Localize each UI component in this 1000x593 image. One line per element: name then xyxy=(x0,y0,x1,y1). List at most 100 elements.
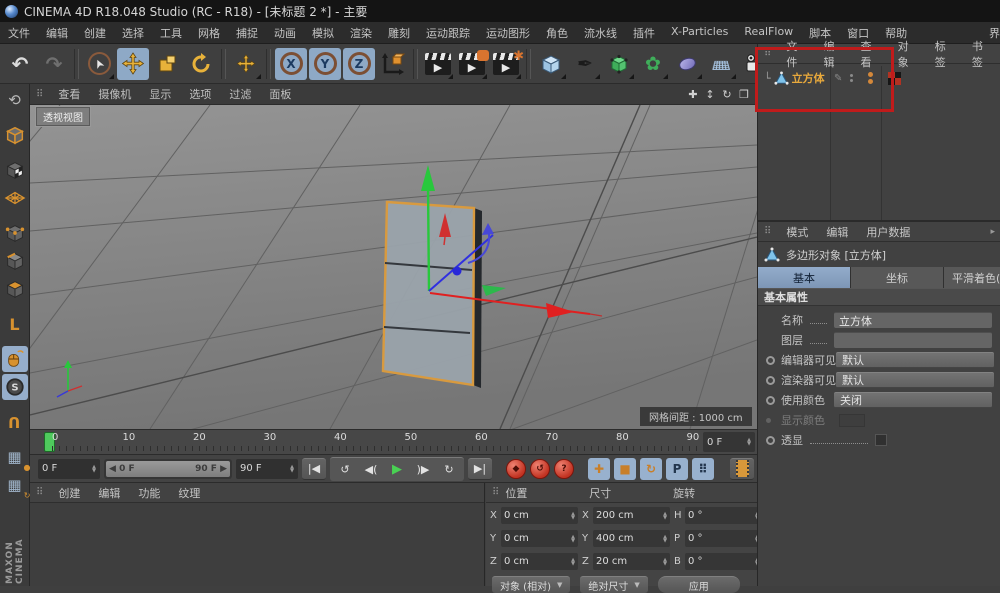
menu-item[interactable]: 模拟 xyxy=(304,25,342,41)
current-frame-field[interactable]: 0 F ▲▼ xyxy=(703,432,755,452)
next-frame-button[interactable]: )▶ xyxy=(411,458,435,480)
redo-button[interactable]: ↷ xyxy=(38,48,70,80)
play-button[interactable]: ▶ xyxy=(385,458,409,480)
viewport-maximize-icon[interactable]: ❐ xyxy=(737,88,751,101)
autokeying-button[interactable]: ↺ xyxy=(530,459,550,479)
renderer-visibility-dropdown[interactable]: 默认 xyxy=(836,372,994,388)
viewport-menu-item[interactable]: 过滤 xyxy=(220,86,260,102)
viewport-menu-item[interactable]: 显示 xyxy=(140,86,180,102)
spline-pen-button[interactable]: ✒ xyxy=(569,48,601,80)
menu-item[interactable]: 网格 xyxy=(190,25,228,41)
viewport-zoom-icon[interactable]: ↕ xyxy=(703,88,717,101)
menu-item[interactable]: 工具 xyxy=(152,25,190,41)
editor-visibility-dropdown[interactable]: 默认 xyxy=(836,352,994,368)
attribute-menu-item[interactable]: 编辑 xyxy=(817,224,857,240)
panel-drag-handle-icon[interactable]: ⠿ xyxy=(758,226,777,237)
name-input[interactable]: 立方体 xyxy=(834,312,992,328)
timeline-ruler[interactable]: 0102030405060708090 0 F ▲▼ xyxy=(30,429,757,455)
render-region-button[interactable]: ▶ xyxy=(456,48,488,80)
frame-range-slider[interactable]: ◀ 0 F 90 F ▶ xyxy=(104,459,232,479)
size-field[interactable]: X200 cm▲▼ xyxy=(582,507,670,524)
key-scale-toggle[interactable]: ■ xyxy=(614,458,636,480)
make-editable-button[interactable]: ⟲ xyxy=(2,87,28,113)
keyframe-circle-icon[interactable] xyxy=(766,436,775,445)
keyframe-circle-icon[interactable] xyxy=(766,376,775,385)
position-field[interactable]: Y0 cm▲▼ xyxy=(490,530,578,547)
spinner-icon[interactable]: ▲▼ xyxy=(92,465,96,473)
object-manager-menu-item[interactable]: 书签 xyxy=(963,38,1000,70)
lock-z-axis-button[interactable]: Z xyxy=(343,48,375,80)
rotation-field[interactable]: H0 °▲▼ xyxy=(674,507,762,524)
size-field[interactable]: Z20 cm▲▼ xyxy=(582,553,670,570)
panel-arrow-icon[interactable]: ▸ xyxy=(990,227,1000,237)
floor-button[interactable]: ▦ xyxy=(705,48,737,80)
material-menu-item[interactable]: 编辑 xyxy=(89,485,129,501)
range-left-icon[interactable]: ◀ xyxy=(109,464,116,474)
viewport-rotate-icon[interactable]: ↻ xyxy=(720,88,734,101)
viewport-menu-item[interactable]: 查看 xyxy=(49,86,89,102)
key-position-toggle[interactable]: ✚ xyxy=(588,458,610,480)
layer-input[interactable] xyxy=(834,332,992,348)
end-frame-field[interactable]: 90 F ▲▼ xyxy=(236,459,298,479)
position-field[interactable]: X0 cm▲▼ xyxy=(490,507,578,524)
move-tool-button[interactable] xyxy=(117,48,149,80)
lock-x-axis-button[interactable]: X xyxy=(275,48,307,80)
snap-toggle-button[interactable]: S xyxy=(2,374,28,400)
display-color-swatch[interactable] xyxy=(839,414,865,427)
panel-drag-handle-icon[interactable]: ⠿ xyxy=(30,487,49,498)
coordinate-system-button[interactable] xyxy=(377,48,409,80)
attribute-menu-item[interactable]: 模式 xyxy=(777,224,817,240)
menu-item[interactable]: 动画 xyxy=(266,25,304,41)
previous-frame-button[interactable]: ◀( xyxy=(359,458,383,480)
apply-button[interactable]: 应用 xyxy=(658,576,740,593)
menu-item[interactable]: 捕捉 xyxy=(228,25,266,41)
menu-item[interactable]: 插件 xyxy=(625,25,663,41)
points-mode-button[interactable] xyxy=(2,220,28,246)
menu-item[interactable]: 角色 xyxy=(538,25,576,41)
menu-item[interactable]: 文件 xyxy=(0,25,38,41)
object-manager-menu-item[interactable]: 标签 xyxy=(926,38,963,70)
spinner-icon[interactable]: ▲▼ xyxy=(290,465,294,473)
render-view-button[interactable]: ▶ xyxy=(422,48,454,80)
viewport-canvas[interactable] xyxy=(30,105,757,429)
record-keyframe-button[interactable]: ◆ xyxy=(506,459,526,479)
menu-item[interactable]: 雕刻 xyxy=(380,25,418,41)
next-key-button[interactable]: ↻ xyxy=(437,458,461,480)
menu-item[interactable]: 流水线 xyxy=(576,25,625,41)
tab-basic[interactable]: 基本 xyxy=(758,267,851,288)
live-selection-button[interactable]: ➤ xyxy=(83,48,115,80)
workplane-lock-button[interactable]: ▦● xyxy=(2,444,28,470)
position-field[interactable]: Z0 cm▲▼ xyxy=(490,553,578,570)
edges-mode-button[interactable] xyxy=(2,248,28,274)
rotation-field[interactable]: P0 °▲▼ xyxy=(674,530,762,547)
model-mode-button[interactable] xyxy=(2,122,28,148)
rotation-field[interactable]: B0 °▲▼ xyxy=(674,553,762,570)
viewport-menu-item[interactable]: 面板 xyxy=(260,86,300,102)
view-label[interactable]: 透视视图 xyxy=(36,107,90,126)
start-frame-field[interactable]: 0 F ▲▼ xyxy=(38,459,100,479)
snap-magnet-button[interactable]: U xyxy=(2,409,28,435)
viewport-menu-item[interactable]: 选项 xyxy=(180,86,220,102)
size-mode-dropdown[interactable]: 绝对尺寸▼ xyxy=(580,576,647,593)
use-color-dropdown[interactable]: 关闭 xyxy=(834,392,992,408)
size-field[interactable]: Y400 cm▲▼ xyxy=(582,530,670,547)
menu-item[interactable]: 创建 xyxy=(76,25,114,41)
tab-coordinates[interactable]: 坐标 xyxy=(851,267,944,288)
panel-drag-handle-icon[interactable]: ⠿ xyxy=(30,89,49,100)
workplane-align-button[interactable]: ▦↻ xyxy=(2,472,28,498)
material-menu-item[interactable]: 创建 xyxy=(49,485,89,501)
menu-item[interactable]: 编辑 xyxy=(38,25,76,41)
environment-button[interactable] xyxy=(671,48,703,80)
undo-button[interactable]: ↶ xyxy=(4,48,36,80)
polygons-mode-button[interactable] xyxy=(2,276,28,302)
coordinate-mode-dropdown[interactable]: 对象 (相对)▼ xyxy=(492,576,570,593)
primitive-cube-button[interactable] xyxy=(535,48,567,80)
previous-key-button[interactable]: ↺ xyxy=(333,458,357,480)
menu-item[interactable]: X-Particles xyxy=(663,25,736,41)
material-menu-item[interactable]: 纹理 xyxy=(169,485,209,501)
menu-item[interactable]: 选择 xyxy=(114,25,152,41)
range-right-icon[interactable]: ▶ xyxy=(220,464,227,474)
viewport-pan-icon[interactable]: ✚ xyxy=(686,88,700,101)
basic-properties-section[interactable]: 基本属性 xyxy=(758,288,1000,306)
lock-y-axis-button[interactable]: Y xyxy=(309,48,341,80)
